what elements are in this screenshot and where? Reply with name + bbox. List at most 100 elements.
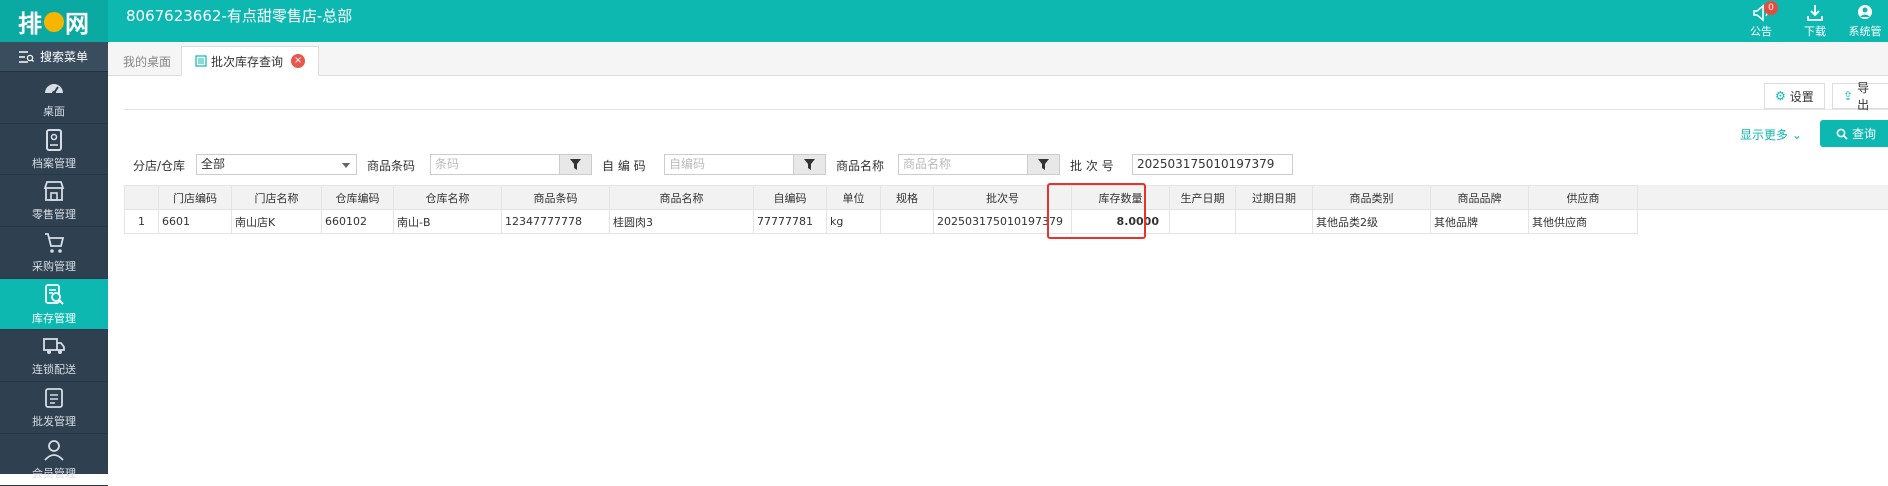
notice-button[interactable]: 0 公告 (1734, 0, 1788, 42)
sidebar-item-label: 桌面 (43, 104, 65, 118)
show-more-label: 显示更多 (1740, 128, 1789, 142)
table-row[interactable]: 1 6601 南山店K 660102 南山-B 12347777778 桂圆肉3… (124, 209, 1638, 234)
close-icon[interactable]: × (291, 54, 306, 68)
column-header[interactable]: 商品品牌 (1430, 185, 1529, 210)
selfcode-filter-button[interactable] (793, 154, 826, 175)
column-header[interactable]: 供应商 (1528, 185, 1638, 210)
tab-my-desktop[interactable]: 我的桌面 (110, 46, 184, 76)
barcode-cell: 12347777778 (501, 209, 610, 234)
logo: 排 网 (0, 0, 108, 42)
column-header (124, 185, 159, 210)
column-header[interactable]: 规格 (880, 185, 934, 210)
query-label: 查询 (1852, 127, 1877, 141)
spec-cell (880, 209, 934, 234)
top-bar: 排 网 8067623662-有点甜零售店-总部 0 公告 下载 系统管 (0, 0, 1888, 42)
row-number-cell: 1 (124, 209, 159, 234)
product-name-label: 商品名称 (836, 159, 885, 173)
logo-text-right: 网 (65, 9, 90, 38)
query-button[interactable]: 查询 (1820, 120, 1888, 147)
sidebar-item-label: 库存管理 (32, 311, 76, 325)
show-more-link[interactable]: 显示更多 ⌄ (1740, 126, 1802, 143)
product-name-filter-button[interactable] (1027, 154, 1060, 175)
archive-icon (46, 128, 62, 151)
store-select-value: 全部 (201, 157, 226, 171)
batch-input[interactable]: 202503175010197379 (1132, 154, 1293, 175)
column-header[interactable]: 单位 (826, 185, 881, 210)
sidebar-item-label: 采购管理 (32, 259, 76, 273)
column-header[interactable]: 商品类别 (1312, 185, 1431, 210)
warehouse-code-cell: 660102 (321, 209, 394, 234)
stock-quantity-cell: 8.0000 (1071, 209, 1170, 234)
document-icon (195, 55, 207, 67)
wholesale-icon (45, 388, 63, 408)
selfcode-cell: 77777781 (753, 209, 827, 234)
menu-search-icon (19, 50, 34, 63)
toolbar: ⚙ 设置 ⇪ 导出 (124, 80, 1888, 112)
dropdown-arrow-icon (342, 163, 350, 168)
column-header[interactable]: 商品条码 (501, 185, 610, 210)
category-cell: 其他品类2级 (1312, 209, 1431, 234)
store-code-cell: 6601 (158, 209, 232, 234)
sidebar-item-desktop[interactable]: 桌面 (0, 72, 108, 124)
tab-label: 批次库存查询 (211, 54, 284, 69)
tab-batch-inventory[interactable]: 批次库存查询 × (181, 46, 320, 76)
settings-button[interactable]: ⚙ 设置 (1764, 83, 1825, 109)
batch-label: 批 次 号 (1070, 159, 1114, 173)
column-header[interactable]: 门店名称 (231, 185, 322, 210)
user-button[interactable]: 系统管 (1842, 0, 1888, 42)
sidebar-item-member[interactable]: 会员管理 (0, 434, 108, 486)
sidebar-item-label: 档案管理 (32, 156, 76, 170)
sidebar-item-label: 连锁配送 (32, 363, 76, 377)
barcode-filter-button[interactable] (559, 154, 592, 175)
shop-title: 8067623662-有点甜零售店-总部 (126, 7, 353, 25)
sidebar-item-inventory[interactable]: 库存管理 (0, 278, 108, 331)
supplier-cell: 其他供应商 (1528, 209, 1638, 234)
batch-inventory-table: 门店编码 门店名称 仓库编码 仓库名称 商品条码 商品名称 自编码 单位 规格 … (124, 185, 1638, 234)
sidebar-item-retail[interactable]: 零售管理 (0, 175, 108, 228)
settings-label: 设置 (1789, 89, 1814, 104)
export-label: 导出 (1857, 81, 1870, 112)
sidebar-item-archive[interactable]: 档案管理 (0, 124, 108, 176)
selfcode-input[interactable]: 自编码 (664, 154, 794, 175)
column-header[interactable]: 商品名称 (609, 185, 754, 210)
truck-icon (43, 338, 65, 355)
filter-icon (570, 159, 581, 170)
product-name-input[interactable]: 商品名称 (898, 154, 1028, 175)
barcode-input[interactable]: 条码 (430, 154, 560, 175)
sidebar-search-label: 搜索菜单 (40, 50, 89, 64)
sidebar-item-label: 批发管理 (32, 414, 76, 428)
download-button[interactable]: 下载 (1788, 0, 1842, 42)
warehouse-name-cell: 南山-B (393, 209, 502, 234)
column-header[interactable]: 生产日期 (1169, 185, 1236, 210)
column-header[interactable]: 门店编码 (158, 185, 232, 210)
barcode-label: 商品条码 (367, 159, 416, 173)
sidebar-item-distribution[interactable]: 连锁配送 (0, 330, 108, 383)
logo-mascot-icon (44, 12, 64, 32)
sidebar-item-label: 零售管理 (32, 208, 76, 222)
notice-badge: 0 (1764, 1, 1778, 15)
sidebar-item-wholesale[interactable]: 批发管理 (0, 382, 108, 434)
export-button[interactable]: ⇪ 导出 (1832, 81, 1888, 112)
sidebar-item-purchase[interactable]: 采购管理 (0, 227, 108, 279)
chevron-down-icon: ⌄ (1791, 128, 1802, 142)
unit-cell: kg (826, 209, 881, 234)
column-header[interactable]: 批次号 (933, 185, 1072, 210)
column-header[interactable]: 库存数量 (1071, 185, 1170, 210)
sidebar-search-menu[interactable]: 搜索菜单 (0, 42, 108, 72)
filter-bar: 分店/仓库 全部 商品条码 条码 自 编 码 自编码 商品名称 商品名称 批 次… (133, 154, 1333, 176)
notice-label: 公告 (1750, 24, 1772, 38)
batch-number-cell: 202503175010197379 (933, 209, 1072, 234)
cart-icon (45, 233, 65, 253)
column-header[interactable]: 仓库编码 (321, 185, 394, 210)
column-header[interactable]: 仓库名称 (393, 185, 502, 210)
production-date-cell (1169, 209, 1236, 234)
logo-text-left: 排 (18, 9, 43, 38)
search-icon (1836, 128, 1848, 140)
column-header[interactable]: 自编码 (753, 185, 827, 210)
store-select[interactable]: 全部 (196, 154, 357, 175)
gear-icon: ⚙ (1775, 89, 1786, 103)
table-header-extension (1614, 185, 1888, 210)
column-header[interactable]: 过期日期 (1235, 185, 1313, 210)
export-icon: ⇪ (1843, 89, 1854, 103)
selfcode-label: 自 编 码 (602, 159, 646, 173)
